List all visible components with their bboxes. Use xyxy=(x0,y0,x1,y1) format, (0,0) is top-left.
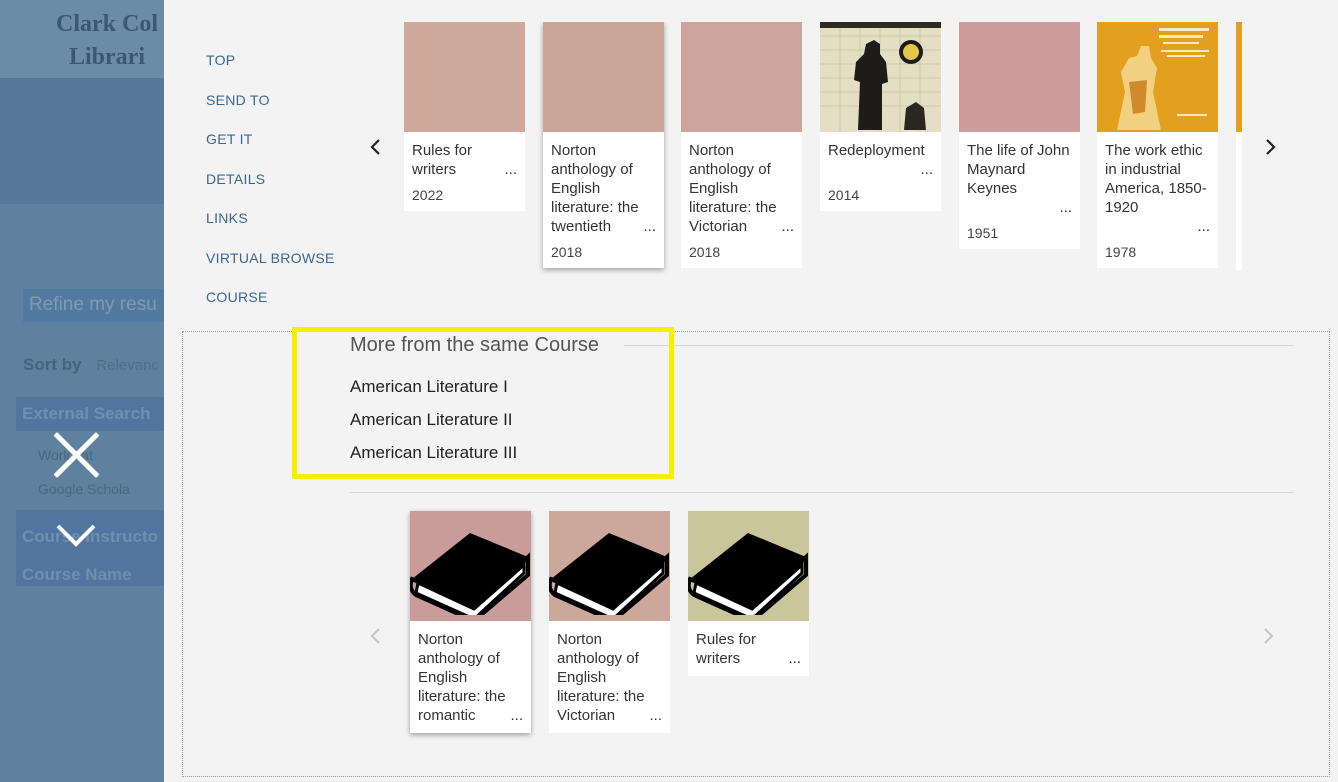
heading-rule xyxy=(624,345,1294,346)
book-year: 2022 xyxy=(412,187,444,203)
virtual-browse-carousel: Rules for writers... 2022 Norton antholo… xyxy=(404,22,1242,280)
logo-line-1: Clark Col xyxy=(56,11,158,37)
card-padding xyxy=(549,725,670,733)
highlight-box xyxy=(292,327,674,479)
book-title: Norton anthology of English literature: … xyxy=(410,621,531,725)
section-nav: TOP SEND TO GET IT DETAILS LINKS VIRTUAL… xyxy=(206,52,335,329)
book-year: 2018 xyxy=(551,244,583,260)
book-title: The work ethic in industrial America, 18… xyxy=(1097,132,1218,236)
browse-card-selected[interactable]: Norton anthology of English literature: … xyxy=(543,22,664,268)
nav-send-to[interactable]: SEND TO xyxy=(206,92,335,132)
book-cover xyxy=(549,511,670,621)
course-carousel-prev-arrow[interactable] xyxy=(366,626,386,646)
work-ethic-cover-art xyxy=(1097,22,1218,132)
book-year: 1951 xyxy=(967,225,999,241)
nav-top[interactable]: TOP xyxy=(206,52,335,92)
sort-by-value: Relevanc xyxy=(96,357,159,374)
book-title-text: Norton anthology of English literature: … xyxy=(689,142,777,235)
sort-by-label: Sort by xyxy=(23,355,82,374)
book-title-text: Norton anthology of English literature: … xyxy=(551,142,639,235)
book-title: Norton anthology of English literature: … xyxy=(681,132,802,236)
carousel-next-arrow[interactable] xyxy=(1260,137,1280,157)
refine-results-heading: Refine my resu xyxy=(23,289,183,322)
ellipsis: ... xyxy=(779,217,794,236)
book-cover xyxy=(959,22,1080,132)
google-scholar-link: Google Schola xyxy=(38,481,130,497)
sort-by: Sort by Relevanc xyxy=(23,355,159,375)
ellipsis: ... xyxy=(502,160,517,179)
course-name-facet: Course Name xyxy=(22,565,132,584)
chevron-down-icon[interactable] xyxy=(56,520,96,550)
external-search-heading: External Search xyxy=(16,397,176,431)
book-title-text: Norton anthology of English literature: … xyxy=(418,631,506,724)
card-padding xyxy=(688,668,809,676)
book-title-text: Rules for writers xyxy=(696,631,757,667)
nav-details[interactable]: DETAILS xyxy=(206,171,335,211)
book-title: Rules for writers... xyxy=(404,132,525,179)
book-cover xyxy=(681,22,802,132)
course-facet: Course Instructo Course Name xyxy=(16,510,176,586)
course-item-card[interactable]: Rules for writers... xyxy=(688,511,809,676)
book-title-text: Redeployment xyxy=(828,142,925,159)
ellipsis: ... xyxy=(786,649,801,668)
book-year: 2014 xyxy=(828,187,860,203)
book-cover xyxy=(688,511,809,621)
ellipsis: ... xyxy=(1057,198,1072,217)
book-cover xyxy=(820,22,941,132)
nav-get-it[interactable]: GET IT xyxy=(206,131,335,171)
section-divider xyxy=(350,492,1294,493)
book-icon xyxy=(688,533,808,615)
ellipsis: ... xyxy=(508,706,523,725)
book-title: Norton anthology of English literature: … xyxy=(549,621,670,725)
book-title-text: The life of John Maynard Keynes xyxy=(967,142,1070,197)
book-title: Norton anthology of English literature: … xyxy=(543,132,664,236)
browse-card[interactable]: The life of John Maynard Keynes... 1951 xyxy=(959,22,1080,249)
book-title: Rules for writers... xyxy=(688,621,809,668)
book-cover xyxy=(543,22,664,132)
browse-card[interactable]: The work ethic in industrial America, 18… xyxy=(1097,22,1218,268)
course-item-card[interactable]: Norton anthology of English literature: … xyxy=(549,511,670,733)
full-record-panel: TOP SEND TO GET IT DETAILS LINKS VIRTUAL… xyxy=(164,0,1338,782)
browse-card[interactable]: Rules for writers... 2022 xyxy=(404,22,525,211)
close-icon[interactable] xyxy=(52,431,100,479)
course-instructor-facet: Course Instructo xyxy=(22,527,159,546)
redeployment-cover-art xyxy=(820,22,941,132)
browse-card[interactable]: Norton anthology of English literature: … xyxy=(681,22,802,268)
library-logo: Clark Col Librari xyxy=(56,8,158,74)
course-item-card[interactable]: Norton anthology of English literature: … xyxy=(410,511,531,733)
book-year: 1978 xyxy=(1105,244,1137,260)
book-year: 2018 xyxy=(689,244,721,260)
book-title-text: The work ethic in industrial America, 18… xyxy=(1105,142,1207,216)
book-cover xyxy=(410,511,531,621)
nav-links[interactable]: LINKS xyxy=(206,210,335,250)
ellipsis: ... xyxy=(647,706,662,725)
ellipsis: ... xyxy=(1195,217,1210,236)
browse-card-partial[interactable] xyxy=(1236,22,1242,270)
book-cover xyxy=(1097,22,1218,132)
browse-card[interactable]: Redeployment... 2014 xyxy=(820,22,941,211)
nav-course[interactable]: COURSE xyxy=(206,289,335,329)
ellipsis: ... xyxy=(641,217,656,236)
book-title: Redeployment... xyxy=(820,132,941,179)
book-title: The life of John Maynard Keynes... xyxy=(959,132,1080,217)
book-cover xyxy=(404,22,525,132)
course-items-carousel: Norton anthology of English literature: … xyxy=(410,511,830,741)
book-icon xyxy=(549,533,669,615)
ellipsis: ... xyxy=(918,160,933,179)
nav-virtual-browse[interactable]: VIRTUAL BROWSE xyxy=(206,250,335,290)
card-padding xyxy=(410,725,531,733)
book-cover xyxy=(1236,22,1242,132)
card-body xyxy=(1236,132,1242,270)
book-icon xyxy=(410,533,530,615)
book-title-text: Norton anthology of English literature: … xyxy=(557,631,645,724)
carousel-prev-arrow[interactable] xyxy=(366,137,386,157)
book-title-text: Rules for writers xyxy=(412,142,473,178)
logo-line-2: Librari xyxy=(69,44,145,70)
course-carousel-next-arrow[interactable] xyxy=(1258,626,1278,646)
